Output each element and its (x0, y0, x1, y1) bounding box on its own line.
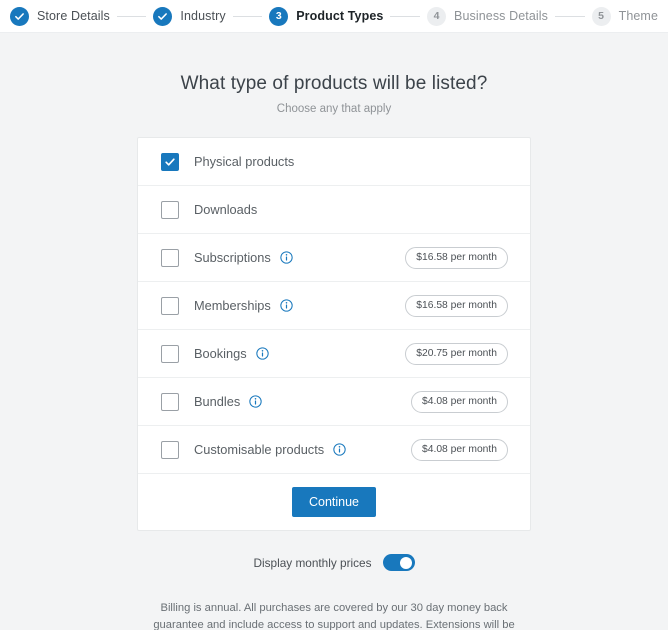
stepper-step-number: 3 (269, 6, 289, 26)
option-row-physical-products[interactable]: Physical products (138, 138, 530, 186)
option-left-group: Bundles (161, 392, 411, 411)
stepper-separator (390, 15, 421, 17)
option-left-group: Downloads (161, 200, 508, 219)
option-row-memberships[interactable]: Memberships $16.58 per month (138, 282, 530, 330)
option-left-group: Bookings (161, 344, 405, 363)
toggle-knob (399, 556, 412, 569)
option-label-subscriptions: Subscriptions (194, 250, 271, 265)
continue-button[interactable]: Continue (291, 486, 377, 518)
option-left-group: Subscriptions (161, 248, 405, 267)
info-icon[interactable] (280, 299, 293, 312)
option-label-physical-products: Physical products (194, 154, 295, 169)
info-icon[interactable] (249, 395, 262, 408)
option-left-group: Customisable products (161, 440, 411, 459)
option-label-bookings: Bookings (194, 346, 247, 361)
stepper-step-number: 5 (591, 6, 611, 26)
option-left-group: Physical products (161, 152, 508, 171)
stepper-step-label: Product Types (296, 9, 384, 23)
progress-stepper: Store Details Industry 3 Product Types 4 Busi… (10, 6, 658, 26)
stepper-separator (232, 15, 263, 17)
stepper-step-number: 4 (427, 6, 447, 26)
option-row-customisable-products[interactable]: Customisable products $4.08 per month (138, 426, 530, 474)
stepper-step-industry[interactable]: Industry (153, 6, 226, 26)
price-badge-memberships: $16.58 per month (405, 294, 508, 317)
progress-stepper-bar: Store Details Industry 3 Product Types 4 Busi… (0, 0, 668, 33)
option-row-downloads[interactable]: Downloads (138, 186, 530, 234)
info-icon[interactable] (333, 443, 346, 456)
option-label-memberships: Memberships (194, 298, 271, 313)
checkbox-downloads[interactable] (161, 200, 179, 219)
card-footer: Continue (138, 474, 530, 530)
monthly-prices-toggle-label: Display monthly prices (253, 555, 372, 570)
product-type-option-list: Physical products Downloads Subscriptions $… (138, 138, 530, 474)
checkbox-bundles[interactable] (161, 392, 179, 411)
option-row-bundles[interactable]: Bundles $4.08 per month (138, 378, 530, 426)
price-badge-bookings: $20.75 per month (405, 342, 508, 365)
stepper-step-product-types[interactable]: 3 Product Types (269, 6, 384, 26)
info-icon[interactable] (280, 251, 293, 264)
stepper-step-label: Business Details (454, 9, 549, 23)
page-title: What type of products will be listed? (180, 73, 488, 94)
price-badge-subscriptions: $16.58 per month (405, 246, 508, 269)
checkbox-customisable-products[interactable] (161, 440, 179, 459)
check-icon (10, 6, 29, 26)
monthly-prices-toggle[interactable] (382, 554, 415, 571)
checkbox-subscriptions[interactable] (161, 248, 179, 267)
stepper-step-label: Store Details (37, 9, 110, 23)
option-row-bookings[interactable]: Bookings $20.75 per month (138, 330, 530, 378)
page-heading-block: What type of products will be listed? Ch… (0, 73, 668, 115)
check-icon (153, 6, 173, 26)
stepper-step-label: Industry (180, 9, 226, 23)
checkbox-bookings[interactable] (161, 344, 179, 363)
info-icon[interactable] (255, 347, 269, 360)
stepper-step-store-details[interactable]: Store Details (10, 6, 110, 26)
option-label-downloads: Downloads (194, 202, 258, 217)
checkbox-physical-products[interactable] (161, 152, 179, 171)
option-label-customisable-products: Customisable products (194, 442, 325, 457)
option-left-group: Memberships (161, 296, 405, 315)
price-badge-customisable-products: $4.08 per month (411, 438, 508, 461)
billing-disclaimer: Billing is annual. All purchases are cov… (153, 602, 515, 630)
product-types-card: Physical products Downloads Subscriptions $… (137, 137, 531, 531)
stepper-step-business-details[interactable]: 4 Business Details (427, 6, 549, 26)
stepper-step-theme[interactable]: 5 Theme (591, 6, 658, 26)
price-badge-bundles: $4.08 per month (411, 390, 508, 413)
monthly-prices-toggle-row: Display monthly prices (0, 554, 668, 571)
checkbox-memberships[interactable] (161, 296, 179, 315)
option-row-subscriptions[interactable]: Subscriptions $16.58 per month (138, 234, 530, 282)
stepper-separator (555, 15, 585, 17)
stepper-step-label: Theme (618, 9, 658, 23)
page-subtitle: Choose any that apply (276, 103, 392, 115)
stepper-separator (116, 15, 147, 17)
option-label-bundles: Bundles (194, 394, 241, 409)
